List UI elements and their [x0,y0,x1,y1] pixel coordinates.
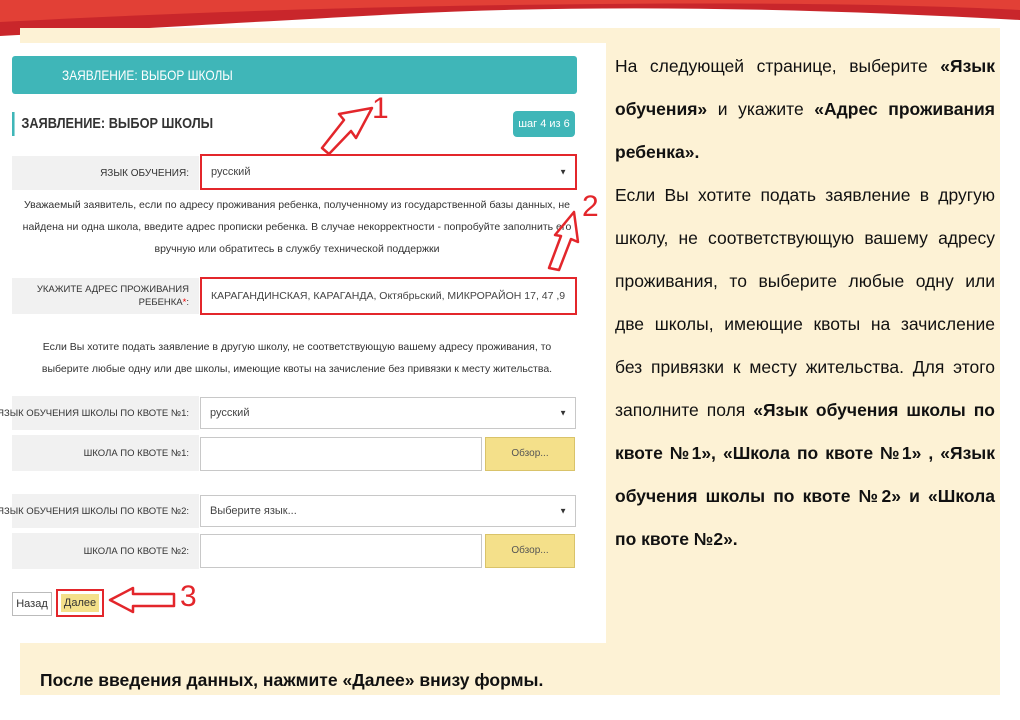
quota1-school-label: ШКОЛА ПО КВОТЕ №1: [12,435,199,471]
footer-instruction-c: внизу формы. [419,670,544,690]
annotation-number-2: 2 [582,190,599,223]
footer-instruction-a: После введения данных, нажмите [40,670,338,690]
language-select[interactable]: русский ▼ [200,154,577,190]
address-label: УКАЖИТЕ АДРЕС ПРОЖИВАНИЯ РЕБЕНКА*: [12,278,199,314]
quota2-language-label: ЯЗЫК ОБУЧЕНИЯ ШКОЛЫ ПО КВОТЕ №2: [0,494,199,528]
quota1-language-label: ЯЗЫК ОБУЧЕНИЯ ШКОЛЫ ПО КВОТЕ №1: [0,396,199,430]
address-notice-line: найдена ни одна школа, введите адрес про… [22,221,572,233]
step-badge: шаг 4 из 6 [513,111,575,137]
quota1-language-value: русский [210,407,250,419]
address-notice: Уважаемый заявитель, если по адресу прож… [8,194,586,260]
quota2-school-label-text: ШКОЛА ПО КВОТЕ №2: [83,545,189,557]
form-title: ЗАЯВЛЕНИЕ: ВЫБОР ШКОЛЫ [12,112,213,136]
annotation-number-3: 3 [180,580,197,613]
quota1-language-label-text: ЯЗЫК ОБУЧЕНИЯ ШКОЛЫ ПО КВОТЕ №1: [0,407,189,419]
instruction-text: На следующей странице, выберите «Язык об… [615,45,995,561]
address-input[interactable]: КАРАГАНДИНСКАЯ, КАРАГАНДА, Октябрьский, … [200,277,577,315]
back-button[interactable]: Назад [12,592,52,616]
language-select-value: русский [211,166,251,178]
language-label-text: ЯЗЫК ОБУЧЕНИЯ: [100,167,189,179]
next-button-label: Далее [61,594,99,612]
instruction-p1-a: На следующей странице, выберите [615,56,928,76]
quota1-language-select[interactable]: русский ▼ [200,397,576,429]
address-label-line2: РЕБЕНКА [138,297,183,308]
instruction-p2-a: Если Вы хотите подать заявление в другую… [615,185,995,420]
quota-notice-line: Если Вы хотите подать заявление в другую… [42,341,552,353]
caret-down-icon: ▼ [559,167,567,177]
quota-notice-line: выберите любые одну или две школы, имеющ… [41,363,553,375]
address-notice-line: Уважаемый заявитель, если по адресу прож… [24,199,570,211]
form-header-bar: ЗАЯВЛЕНИЕ: ВЫБОР ШКОЛЫ [12,56,577,94]
instruction-p2-b: «Язык обучения школы по квоте №1», «Школ… [615,400,995,549]
quota2-language-placeholder: Выберите язык... [210,505,297,517]
next-button[interactable]: Далее [56,589,104,617]
caret-down-icon: ▼ [559,506,567,516]
footer-instruction-b: «Далее» [342,670,415,690]
footer-instruction: После введения данных, нажмите «Далее» в… [40,670,543,691]
quota2-browse-button[interactable]: Обзор... [485,534,575,568]
quota1-browse-button[interactable]: Обзор... [485,437,575,471]
address-label-colon: : [186,297,189,308]
language-label: ЯЗЫК ОБУЧЕНИЯ: [12,156,199,190]
quota-notice: Если Вы хотите подать заявление в другую… [8,336,586,380]
quota1-school-input[interactable] [200,437,482,471]
quota2-school-input[interactable] [200,534,482,568]
form-header-title: ЗАЯВЛЕНИЕ: ВЫБОР ШКОЛЫ [62,67,233,83]
quota2-language-label-text: ЯЗЫК ОБУЧЕНИЯ ШКОЛЫ ПО КВОТЕ №2: [0,505,189,517]
instruction-p1-c: и укажите [717,99,804,119]
address-input-value: КАРАГАНДИНСКАЯ, КАРАГАНДА, Октябрьский, … [211,290,566,302]
quota1-school-label-text: ШКОЛА ПО КВОТЕ №1: [83,447,189,459]
quota2-school-label: ШКОЛА ПО КВОТЕ №2: [12,533,199,569]
address-label-line1: УКАЖИТЕ АДРЕС ПРОЖИВАНИЯ [36,284,189,295]
annotation-number-1: 1 [372,92,389,125]
address-notice-line: вручную или обратитесь в службу техничес… [154,243,440,255]
caret-down-icon: ▼ [559,408,567,418]
quota2-language-select[interactable]: Выберите язык... ▼ [200,495,576,527]
